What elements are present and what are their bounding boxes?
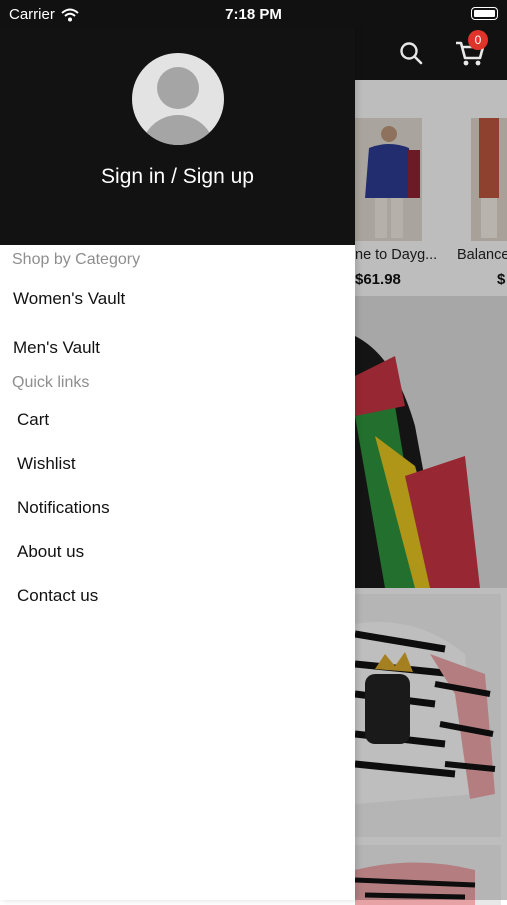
cart-count-badge: 0 [468, 30, 488, 50]
battery-icon [471, 7, 498, 20]
sign-in-link[interactable]: Sign in / Sign up [0, 165, 355, 189]
category-mens-vault[interactable]: Men's Vault [13, 338, 100, 358]
avatar-icon[interactable] [132, 53, 224, 145]
category-womens-vault[interactable]: Women's Vault [13, 289, 125, 309]
shop-by-category-heading: Shop by Category [12, 251, 141, 268]
quick-links-heading: Quick links [12, 374, 90, 391]
quick-link-cart[interactable]: Cart [17, 410, 49, 430]
status-bar: Carrier 7:18 PM [0, 0, 507, 28]
quick-link-wishlist[interactable]: Wishlist [17, 454, 76, 474]
navigation-drawer: Sign in / Sign up Shop by Category Women… [0, 0, 355, 900]
quick-link-contact-us[interactable]: Contact us [17, 586, 98, 606]
status-time: 7:18 PM [225, 6, 282, 23]
search-icon[interactable] [398, 40, 424, 66]
quick-link-about-us[interactable]: About us [17, 542, 84, 562]
quick-link-notifications[interactable]: Notifications [17, 498, 110, 518]
drawer-header: Sign in / Sign up [0, 0, 355, 245]
